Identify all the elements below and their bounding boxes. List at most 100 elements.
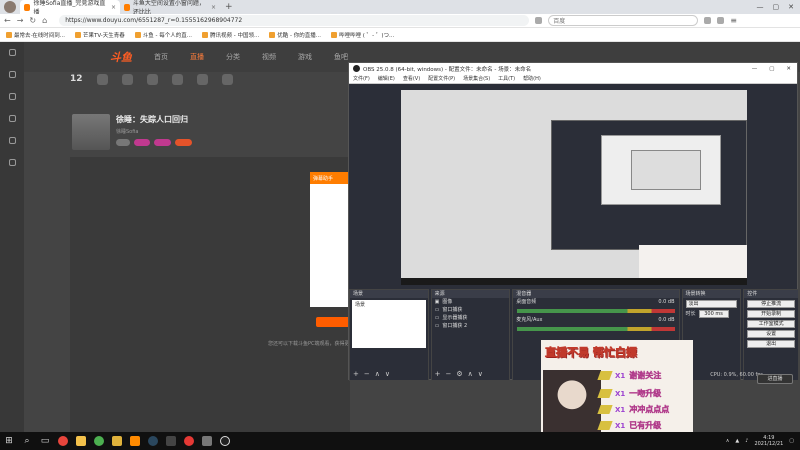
gift-icon — [597, 389, 613, 398]
forward-icon[interactable]: → — [17, 16, 24, 25]
tag-badge[interactable] — [133, 139, 151, 146]
rail-item[interactable] — [0, 108, 24, 130]
minimize-icon[interactable]: — — [752, 66, 758, 72]
maximize-icon[interactable]: ▢ — [773, 3, 780, 11]
app-icon[interactable] — [108, 432, 126, 450]
bookmark-icon — [269, 31, 276, 38]
extension-icon[interactable] — [704, 17, 712, 24]
volume-meter[interactable] — [517, 327, 675, 331]
overlay-portrait — [543, 370, 601, 432]
source-item[interactable]: ▭ 窗口捕获 — [432, 306, 510, 314]
bookmark-item[interactable]: 哔哩哔哩 ( ゜- ゜)つ... — [331, 31, 394, 39]
menu-icon[interactable]: ≡ — [730, 16, 737, 25]
rail-item[interactable] — [0, 42, 24, 64]
studio-mode-button[interactable]: 工作室模式 — [747, 320, 795, 328]
chrome-app[interactable] — [54, 432, 72, 450]
task-view-icon[interactable]: ▭ — [36, 432, 54, 450]
wechat-app[interactable] — [90, 432, 108, 450]
home-icon[interactable]: ⌂ — [42, 16, 47, 25]
duration-input[interactable]: 300 ms — [698, 310, 729, 318]
app-icon[interactable] — [180, 432, 198, 450]
extension-icon[interactable] — [535, 17, 543, 24]
follow-count[interactable]: 12 — [70, 74, 83, 100]
live-badge[interactable]: 进直播 — [757, 374, 793, 384]
video-player[interactable] — [70, 157, 350, 432]
nav-category[interactable]: 分类 — [226, 52, 240, 62]
nav-fishbar[interactable]: 鱼吧 — [334, 52, 348, 62]
bookmark-item[interactable]: 腾讯视频 - 中国领... — [202, 31, 259, 39]
windows-start-icon[interactable]: ⊞ — [0, 432, 18, 450]
rail-item[interactable] — [0, 86, 24, 108]
room-tool[interactable] — [171, 74, 183, 100]
menu-file[interactable]: 文件(F) — [353, 75, 370, 82]
rail-item[interactable] — [0, 152, 24, 174]
start-recording-button[interactable]: 开始录制 — [747, 310, 795, 318]
rail-item[interactable] — [0, 64, 24, 86]
close-window-icon[interactable]: ✕ — [788, 3, 794, 11]
profile-avatar[interactable] — [4, 1, 16, 13]
steam-app[interactable] — [144, 432, 162, 450]
notification-icon[interactable]: ▢ — [789, 438, 794, 444]
source-item[interactable]: ▭ 窗口捕获 2 — [432, 322, 510, 330]
anchor-avatar[interactable] — [72, 114, 110, 150]
room-tool[interactable] — [196, 74, 208, 100]
obs-preview[interactable] — [401, 90, 747, 285]
scenes-dock: 场景 场景 + − ∧ ∨ — [349, 289, 429, 381]
stop-streaming-button[interactable]: 停止推流 — [747, 300, 795, 308]
close-window-icon[interactable]: ✕ — [786, 66, 791, 72]
close-tab-icon[interactable]: × — [211, 4, 216, 11]
url-field[interactable]: https://www.douyu.com/6551287_r=0.155516… — [59, 15, 530, 26]
extension-icon[interactable] — [717, 17, 725, 24]
menu-scene-collection[interactable]: 场景集合(S) — [463, 75, 490, 82]
exit-button[interactable]: 退出 — [747, 340, 795, 348]
clock[interactable]: 4:19 2021/12/21 — [754, 435, 783, 447]
popup-action-button[interactable] — [316, 317, 350, 327]
source-item[interactable]: ▭ 显示器捕获 — [432, 314, 510, 322]
tag-badge[interactable] — [174, 139, 192, 146]
room-tool[interactable] — [146, 74, 158, 100]
new-tab-button[interactable]: + — [220, 2, 238, 12]
app-icon[interactable] — [198, 432, 216, 450]
bookmark-item[interactable]: 优酷 - 你的直播... — [269, 31, 321, 39]
source-item[interactable]: ▣ 图像 — [432, 298, 510, 306]
douyu-logo[interactable]: 斗鱼 — [110, 49, 132, 65]
menu-profile[interactable]: 配置文件(P) — [428, 75, 455, 82]
menu-help[interactable]: 帮助(H) — [523, 75, 541, 82]
search-input[interactable]: 百度 — [548, 15, 699, 26]
bookmark-item[interactable]: 芒果TV-天生青春 — [75, 31, 125, 39]
reload-icon[interactable]: ↻ — [29, 16, 36, 25]
volume-icon[interactable]: ♪ — [745, 438, 748, 444]
nav-live[interactable]: 直播 — [190, 52, 204, 62]
menu-view[interactable]: 查看(V) — [403, 75, 420, 82]
tab-douyu-question[interactable]: 斗鱼大空间设置小窗问题，还比比 × — [120, 0, 220, 16]
close-tab-icon[interactable]: × — [111, 4, 116, 11]
settings-button[interactable]: 设置 — [747, 330, 795, 338]
bookmark-item[interactable]: 斗鱼 - 每个人的直... — [134, 31, 192, 39]
obs-app[interactable] — [216, 432, 234, 450]
menu-edit[interactable]: 编辑(E) — [378, 75, 395, 82]
tray-chevron-icon[interactable]: ∧ — [726, 438, 730, 444]
tab-douyu-stream[interactable]: 徐睡Sofia直播_完竞游戏直播_ × — [20, 0, 120, 16]
room-tool[interactable] — [121, 74, 133, 100]
tag-badge[interactable] — [116, 139, 130, 146]
search-icon[interactable]: ⌕ — [18, 432, 36, 450]
back-icon[interactable]: ← — [4, 16, 11, 25]
network-icon[interactable]: ▲ — [735, 438, 739, 444]
tag-badge[interactable] — [154, 139, 171, 146]
rail-item[interactable] — [0, 130, 24, 152]
scene-item[interactable]: 场景 — [352, 300, 426, 309]
room-tool[interactable] — [96, 74, 108, 100]
app-icon[interactable] — [126, 432, 144, 450]
volume-meter[interactable] — [517, 309, 675, 313]
menu-tools[interactable]: 工具(T) — [498, 75, 515, 82]
nav-home[interactable]: 首页 — [154, 52, 168, 62]
nav-video[interactable]: 视频 — [262, 52, 276, 62]
maximize-icon[interactable]: ▢ — [769, 66, 774, 72]
transition-select[interactable]: 淡出 — [685, 300, 738, 308]
nav-games[interactable]: 游戏 — [298, 52, 312, 62]
room-tool[interactable] — [221, 74, 233, 100]
bookmark-item[interactable]: 最常去·在线时间到... — [6, 31, 65, 39]
app-icon[interactable] — [162, 432, 180, 450]
folder-app[interactable] — [72, 432, 90, 450]
minimize-icon[interactable]: — — [757, 3, 764, 11]
